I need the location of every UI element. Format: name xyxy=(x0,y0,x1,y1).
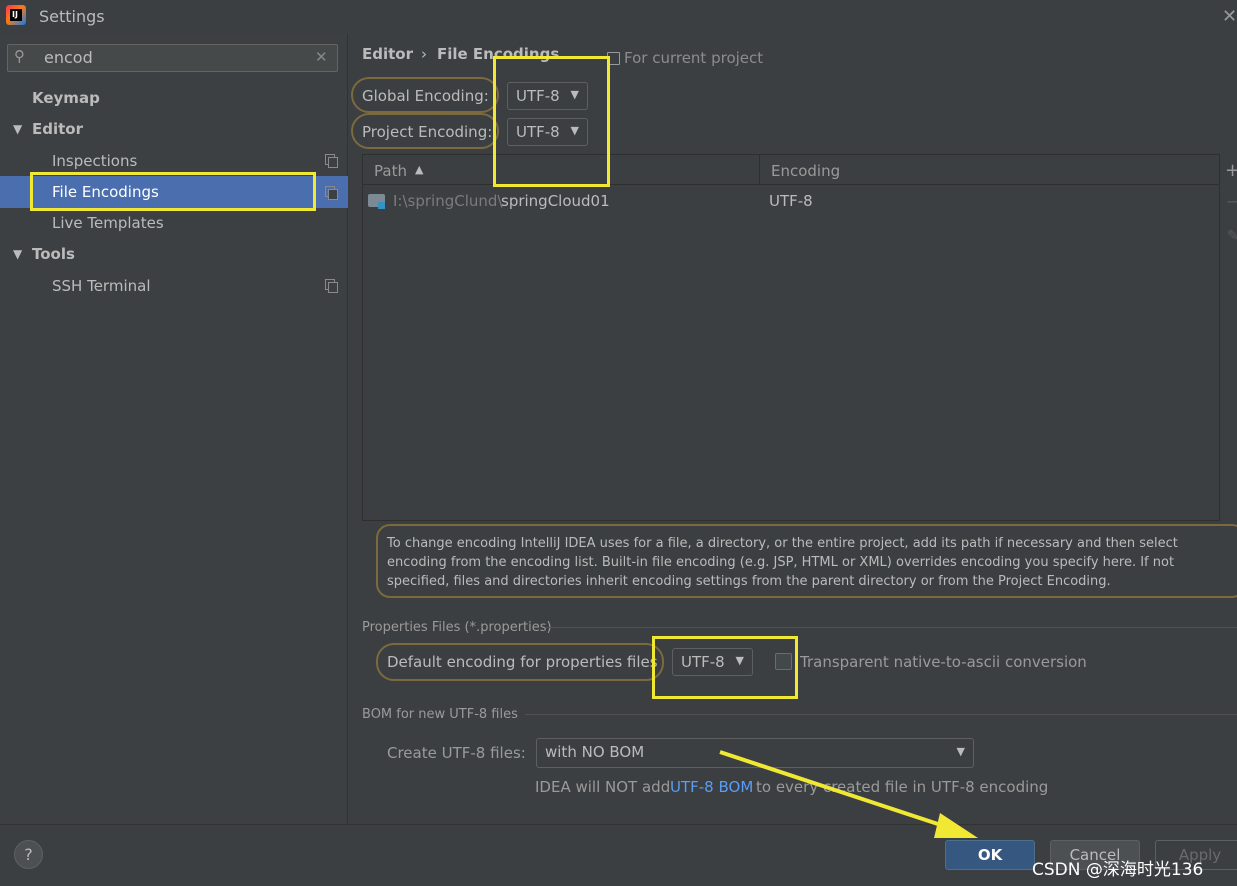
bom-combo[interactable]: with NO BOM ▼ xyxy=(536,738,974,768)
table-row-path-name[interactable]: springCloud01 xyxy=(501,192,610,210)
module-badge-icon xyxy=(378,202,385,209)
table-row-encoding[interactable]: UTF-8 xyxy=(769,192,813,210)
properties-section-title: Properties Files (*.properties) xyxy=(362,620,552,635)
utf8-bom-link[interactable]: UTF-8 BOM xyxy=(670,778,753,796)
project-level-copy-icon xyxy=(325,186,338,200)
window-title: Settings xyxy=(39,7,105,26)
default-properties-encoding-label: Default encoding for properties files xyxy=(387,653,658,671)
edit-pencil-icon[interactable]: ✎ xyxy=(1227,228,1237,244)
sidebar-item-keymap[interactable]: Keymap xyxy=(32,89,100,107)
add-icon[interactable]: + xyxy=(1225,160,1237,181)
ok-button[interactable]: OK xyxy=(945,840,1035,870)
expand-triangle-icon[interactable]: ▼ xyxy=(13,122,22,136)
column-header-encoding[interactable]: Encoding xyxy=(771,162,840,180)
breadcrumb-editor[interactable]: Editor xyxy=(362,45,413,63)
project-level-copy-icon xyxy=(325,279,338,293)
native-to-ascii-label[interactable]: Transparent native-to-ascii conversion xyxy=(800,653,1087,671)
help-button[interactable]: ? xyxy=(14,840,43,869)
highlight-box-encodings xyxy=(493,56,610,187)
combo-value: with NO BOM xyxy=(545,743,645,761)
bom-section-title: BOM for new UTF-8 files xyxy=(362,707,518,722)
search-icon: ⚲ xyxy=(14,47,25,65)
table-row-path-prefix[interactable]: I:\springClund\ xyxy=(393,192,502,210)
project-encoding-label: Project Encoding: xyxy=(362,123,493,141)
sidebar-item-editor[interactable]: Editor xyxy=(32,120,83,138)
section-divider xyxy=(525,714,1237,715)
sidebar-item-live-templates[interactable]: Live Templates xyxy=(52,214,164,232)
sidebar-item-tools[interactable]: Tools xyxy=(32,245,75,263)
dropdown-arrow-icon: ▼ xyxy=(956,745,965,758)
section-divider xyxy=(545,627,1237,628)
watermark: CSDN @深海时光136 xyxy=(1032,860,1204,880)
expand-triangle-icon[interactable]: ▼ xyxy=(13,247,22,261)
sidebar-item-inspections[interactable]: Inspections xyxy=(52,152,137,170)
bom-note-tail: to every created file in UTF-8 encoding xyxy=(756,778,1049,796)
help-text: To change encoding IntelliJ IDEA uses fo… xyxy=(387,536,1178,589)
sort-ascending-icon: ▲ xyxy=(415,163,424,176)
column-divider[interactable] xyxy=(759,155,760,185)
intellij-logo-icon: IJ xyxy=(6,5,26,25)
bom-note: IDEA will NOT add xyxy=(535,778,671,796)
sidebar-item-ssh-terminal[interactable]: SSH Terminal xyxy=(52,277,150,295)
highlight-box-file-encodings xyxy=(30,172,316,211)
remove-icon[interactable]: − xyxy=(1226,192,1237,211)
clear-search-icon[interactable]: ✕ xyxy=(315,48,328,66)
scope-label: For current project xyxy=(624,49,764,67)
search-input[interactable]: encod xyxy=(44,48,93,67)
highlight-box-properties xyxy=(652,636,798,699)
close-icon[interactable]: ✕ xyxy=(1222,6,1237,27)
title-bar xyxy=(0,0,1237,34)
column-header-path[interactable]: Path xyxy=(374,162,407,180)
project-level-copy-icon xyxy=(325,154,338,168)
breadcrumb-separator: › xyxy=(421,45,427,63)
global-encoding-label: Global Encoding: xyxy=(362,87,489,105)
create-utf8-label: Create UTF-8 files: xyxy=(387,744,526,762)
